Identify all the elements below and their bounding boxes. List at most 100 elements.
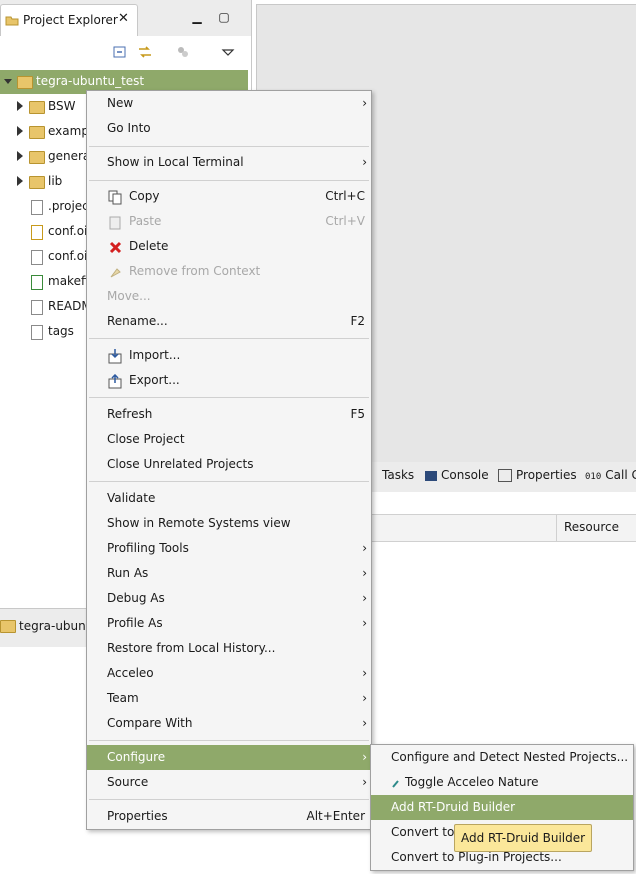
menu-item-show-in-local-terminal[interactable]: Show in Local Terminal › [87, 150, 371, 175]
menu-item-label: Delete [129, 239, 169, 253]
submenu-item-toggle-acceleo-nature[interactable]: Toggle Acceleo Nature [371, 770, 633, 795]
copy-icon [108, 189, 123, 205]
menu-item-label: Validate [107, 491, 156, 505]
menu-item-go-into[interactable]: Go Into [87, 116, 371, 141]
menu-item-label: Export... [129, 373, 180, 387]
shortcut-label: Ctrl+C [325, 189, 365, 203]
expand-icon[interactable] [17, 151, 23, 161]
menu-item-label: Team [107, 691, 139, 705]
project-explorer-tab-label: Project Explorer [23, 13, 118, 27]
tree-item-project-file[interactable]: .projec [48, 194, 89, 219]
tree-item-generated[interactable]: genera [48, 144, 90, 169]
menu-item-restore-from-local-history[interactable]: Restore from Local History... [87, 636, 371, 661]
link-with-editor-icon[interactable] [137, 44, 153, 60]
menu-item-label: Debug As [107, 591, 165, 605]
menu-item-label: Acceleo [107, 666, 154, 680]
tooltip: Add RT-Druid Builder [454, 824, 593, 852]
menu-item-label: Profile As [107, 616, 163, 630]
expand-icon[interactable] [17, 176, 23, 186]
tab-call-graph[interactable]: 010Call G [585, 468, 636, 482]
tab-tasks[interactable]: Tasks [372, 468, 414, 482]
export-icon [108, 373, 123, 389]
menu-item-rename[interactable]: Rename... F2 [87, 309, 371, 334]
menu-item-label: Import... [129, 348, 181, 362]
menu-item-debug-as[interactable]: Debug As › [87, 586, 371, 611]
menu-separator [89, 146, 369, 147]
expand-icon[interactable] [3, 69, 13, 94]
folder-icon [29, 101, 45, 114]
menu-item-source[interactable]: Source › [87, 770, 371, 795]
submenu-item-label: Configure and Detect Nested Projects... [391, 750, 629, 764]
menu-item-label: Compare With [107, 716, 193, 730]
submenu-item-configure-detect-nested[interactable]: Configure and Detect Nested Projects... [371, 745, 633, 770]
shortcut-label: Ctrl+V [325, 214, 365, 228]
makefile-icon [31, 275, 43, 290]
menu-item-validate[interactable]: Validate [87, 486, 371, 511]
menu-item-show-in-remote-systems-view[interactable]: Show in Remote Systems view [87, 511, 371, 536]
menu-item-compare-with[interactable]: Compare With › [87, 711, 371, 736]
submenu-arrow-icon: › [362, 750, 367, 764]
collapse-all-icon[interactable] [112, 44, 128, 60]
oil-file-icon [31, 225, 43, 240]
close-icon[interactable]: ✕ [118, 11, 129, 26]
minimize-icon[interactable]: ▁ [190, 10, 204, 24]
menu-item-refresh[interactable]: Refresh F5 [87, 402, 371, 427]
menu-item-label: Copy [129, 189, 160, 203]
tab-label: Tasks [382, 468, 415, 482]
tree-item-conf-oil[interactable]: conf.oi [48, 244, 87, 269]
menu-item-properties[interactable]: Properties Alt+Enter [87, 804, 371, 829]
maximize-icon[interactable]: ▢ [217, 10, 231, 24]
shortcut-label: F2 [350, 314, 365, 328]
submenu-arrow-icon: › [362, 591, 367, 605]
menu-item-new[interactable]: New › [87, 91, 371, 116]
menu-item-run-as[interactable]: Run As › [87, 561, 371, 586]
submenu-arrow-icon: › [362, 666, 367, 680]
menu-item-label: Go Into [107, 121, 151, 135]
menu-item-label: Remove from Context [129, 264, 261, 278]
tree-item-examples[interactable]: examp [48, 119, 89, 144]
menu-item-move[interactable]: Move... [87, 284, 371, 309]
menu-item-copy[interactable]: Copy Ctrl+C [87, 184, 371, 209]
menu-item-import[interactable]: Import... [87, 343, 371, 368]
expand-icon[interactable] [17, 101, 23, 111]
submenu-item-add-rt-druid-builder[interactable]: Add RT-Druid Builder [371, 795, 633, 820]
menu-item-export[interactable]: Export... [87, 368, 371, 393]
tree-item-conf-oil[interactable]: conf.oi [48, 219, 87, 244]
submenu-arrow-icon: › [362, 566, 367, 580]
import-icon [108, 348, 123, 364]
project-explorer-tab[interactable]: Project Explorer ✕ [0, 4, 138, 37]
menu-item-label: Properties [107, 809, 168, 823]
menu-separator [89, 481, 369, 482]
submenu-arrow-icon: › [362, 716, 367, 730]
menu-item-label: Rename... [107, 314, 168, 328]
menu-separator [89, 799, 369, 800]
tab-console[interactable]: Console [425, 468, 489, 482]
submenu-arrow-icon: › [362, 691, 367, 705]
menu-item-acceleo[interactable]: Acceleo › [87, 661, 371, 686]
delete-icon [108, 239, 123, 254]
expand-icon[interactable] [17, 126, 23, 136]
menu-item-profiling-tools[interactable]: Profiling Tools › [87, 536, 371, 561]
menu-item-configure[interactable]: Configure › [87, 745, 371, 770]
menu-item-close-project[interactable]: Close Project [87, 427, 371, 452]
tab-properties[interactable]: Properties [498, 468, 577, 482]
column-header-resource[interactable]: Resource [564, 520, 619, 534]
tree-item-tags[interactable]: tags [48, 319, 74, 344]
menu-separator [89, 397, 369, 398]
tree-item-makefile[interactable]: makefi [48, 269, 89, 294]
menu-item-profile-as[interactable]: Profile As › [87, 611, 371, 636]
view-menu-icon[interactable] [220, 44, 236, 60]
folder-icon [29, 151, 45, 164]
menu-item-team[interactable]: Team › [87, 686, 371, 711]
menu-item-remove-from-context[interactable]: Remove from Context [87, 259, 371, 284]
focus-task-icon[interactable] [175, 44, 191, 60]
menu-item-delete[interactable]: Delete [87, 234, 371, 259]
paste-icon [108, 214, 123, 230]
project-folder-icon [0, 620, 16, 633]
menu-item-paste[interactable]: Paste Ctrl+V [87, 209, 371, 234]
project-folder-icon [17, 76, 33, 89]
submenu-arrow-icon: › [362, 155, 367, 169]
tree-item-lib[interactable]: lib [48, 169, 62, 194]
tree-item-bsw[interactable]: BSW [48, 94, 76, 119]
menu-item-close-unrelated-projects[interactable]: Close Unrelated Projects [87, 452, 371, 477]
